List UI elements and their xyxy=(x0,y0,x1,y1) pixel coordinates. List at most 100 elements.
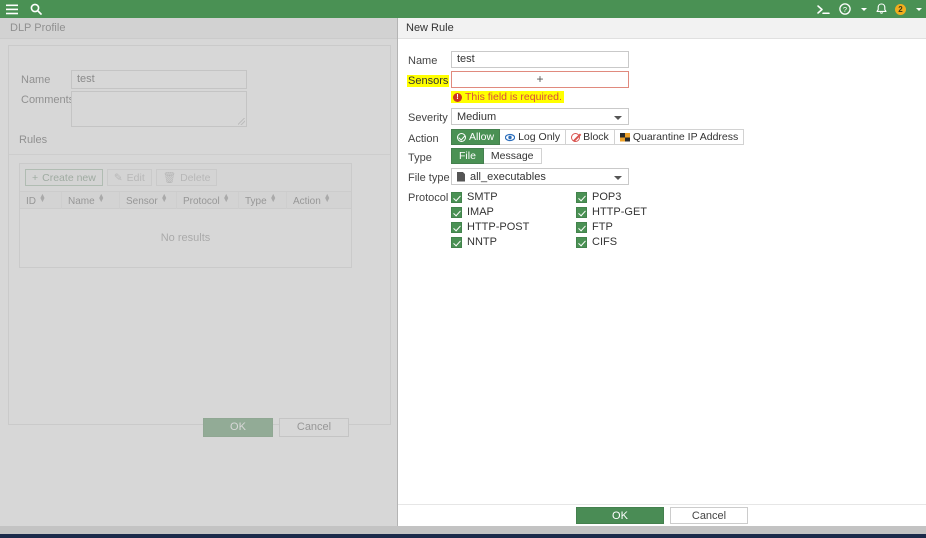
column-label: Type xyxy=(245,195,267,207)
severity-select[interactable]: Medium xyxy=(451,108,629,125)
checkbox-checked-icon[interactable] xyxy=(451,206,462,218)
svg-text:?: ? xyxy=(843,5,847,14)
column-header-action[interactable]: Action ▲ ▼ xyxy=(287,192,351,210)
column-header-protocol[interactable]: Protocol ▲ ▼ xyxy=(177,192,239,210)
bottom-accent-bar xyxy=(0,534,926,538)
plus-icon: + xyxy=(32,171,39,184)
trash-icon: 🗑 xyxy=(162,172,177,184)
sort-arrows-icon: ▲ ▼ xyxy=(160,193,168,204)
action-label: Action xyxy=(408,133,439,145)
notifications-chevron-down-icon[interactable] xyxy=(916,7,922,11)
protocol-checkbox-smtp[interactable]: SMTP xyxy=(451,191,498,203)
dialog-footer: OK Cancel xyxy=(398,504,926,526)
checkbox-checked-icon[interactable] xyxy=(451,191,462,203)
protocol-checkbox-nntp[interactable]: NNTP xyxy=(451,236,497,248)
protocol-label-smtp: SMTP xyxy=(467,191,498,203)
dialog-ok-button[interactable]: OK xyxy=(576,507,664,524)
profile-name-input[interactable]: test xyxy=(71,70,247,89)
type-button-group: File Message xyxy=(451,148,542,164)
top-navigation-bar: ? 2 xyxy=(0,0,926,18)
protocol-label-imap: IMAP xyxy=(467,206,494,218)
checkbox-checked-icon[interactable] xyxy=(576,206,587,218)
dialog-title: New Rule xyxy=(406,22,454,34)
sort-arrows-icon: ▲ ▼ xyxy=(269,193,277,204)
column-header-name[interactable]: Name ▲ ▼ xyxy=(62,192,120,210)
background-ok-button[interactable]: OK xyxy=(203,417,273,437)
protocol-checkbox-ftp[interactable]: FTP xyxy=(576,221,613,233)
protocol-checkbox-pop3[interactable]: POP3 xyxy=(576,191,621,203)
column-label: Action xyxy=(293,195,321,207)
pencil-icon: ✎ xyxy=(113,171,123,184)
action-quarantine-label: Quarantine IP Address xyxy=(632,131,739,143)
sort-arrows-icon: ▲ ▼ xyxy=(97,193,105,204)
dlp-profile-form-card: Name test Comments Rules + Create new ✎ … xyxy=(8,45,391,425)
rules-table-header: ID ▲▼ Name ▲▼ Sensor ▲▼ Protocol ▲▼ xyxy=(20,191,351,210)
help-chevron-down-icon[interactable] xyxy=(861,7,867,11)
create-new-button[interactable]: + Create new xyxy=(25,169,103,186)
ban-icon xyxy=(571,132,581,142)
severity-label: Severity xyxy=(408,112,448,124)
checkbox-checked-icon[interactable] xyxy=(576,236,587,248)
severity-value: Medium xyxy=(457,110,497,123)
checkbox-checked-icon[interactable] xyxy=(576,221,587,233)
column-header-id[interactable]: ID ▲ ▼ xyxy=(20,192,62,210)
delete-button[interactable]: 🗑 Delete xyxy=(155,169,218,186)
type-message-label: Message xyxy=(490,150,534,162)
action-block-button[interactable]: Block xyxy=(566,129,615,145)
file-type-select[interactable]: all_executables xyxy=(451,168,629,185)
protocol-checkbox-http-get[interactable]: HTTP-GET xyxy=(576,206,647,218)
dialog-header: New Rule xyxy=(398,18,926,39)
protocol-checkbox-http-post[interactable]: HTTP-POST xyxy=(451,221,529,233)
chevron-down-icon xyxy=(614,116,622,120)
sensors-error-message: ! This field is required. xyxy=(451,91,564,103)
protocol-checkbox-imap[interactable]: IMAP xyxy=(451,206,494,218)
dialog-cancel-button[interactable]: Cancel xyxy=(670,507,748,524)
edit-button[interactable]: ✎ Edit xyxy=(106,169,152,186)
hamburger-menu-icon[interactable] xyxy=(6,4,18,15)
action-log-only-label: Log Only xyxy=(518,131,561,143)
rule-name-input[interactable]: test xyxy=(451,51,629,68)
sensors-label: Sensors xyxy=(407,75,450,87)
notification-badge[interactable]: 2 xyxy=(895,3,906,15)
terminal-icon[interactable] xyxy=(817,4,830,15)
protocol-label-http-post: HTTP-POST xyxy=(467,221,530,233)
empty-state-message: No results xyxy=(160,232,211,244)
background-cancel-button[interactable]: Cancel xyxy=(279,417,349,437)
background-page-footer: OK Cancel xyxy=(0,412,391,442)
error-alert-icon: ! xyxy=(453,92,462,102)
protocol-label-http-get: HTTP-GET xyxy=(592,206,647,218)
edit-label: Edit xyxy=(126,171,145,184)
delete-label: Delete xyxy=(180,171,211,184)
type-message-button[interactable]: Message xyxy=(483,148,542,164)
rules-table-container: + Create new ✎ Edit 🗑 Delete ID ▲ ▼ Name… xyxy=(19,163,352,268)
profile-comments-textarea[interactable] xyxy=(71,91,247,127)
column-header-type[interactable]: Type ▲ ▼ xyxy=(239,192,287,210)
action-block-label: Block xyxy=(583,131,609,143)
action-allow-button[interactable]: Allow xyxy=(451,129,501,145)
sensors-input[interactable]: + xyxy=(451,71,629,88)
action-button-group: Allow Log Only Block Quarantine IP Addre… xyxy=(451,129,745,145)
new-rule-dialog: New Rule Name test Sensors + ! This fiel… xyxy=(397,18,926,526)
search-icon[interactable] xyxy=(30,3,42,15)
column-header-sensor[interactable]: Sensor ▲ ▼ xyxy=(120,192,177,210)
bell-icon[interactable] xyxy=(876,3,887,15)
section-divider xyxy=(9,154,390,155)
topbar-left-group xyxy=(0,3,42,15)
checkbox-checked-icon[interactable] xyxy=(576,191,587,203)
action-log-only-button[interactable]: Log Only xyxy=(500,129,567,145)
checkbox-checked-icon[interactable] xyxy=(451,236,462,248)
checkbox-checked-icon[interactable] xyxy=(451,221,462,233)
protocol-label-ftp: FTP xyxy=(592,221,613,233)
error-text: This field is required. xyxy=(465,91,562,103)
type-label: Type xyxy=(408,152,432,164)
protocol-label: Protocol xyxy=(408,192,449,204)
rules-section-label: Rules xyxy=(19,134,48,146)
file-icon xyxy=(457,171,465,182)
protocol-checkbox-cifs[interactable]: CIFS xyxy=(576,236,617,248)
type-file-button[interactable]: File xyxy=(451,148,484,164)
add-sensor-icon[interactable]: + xyxy=(452,72,628,87)
help-circle-icon[interactable]: ? xyxy=(839,3,851,15)
protocol-label-nntp: NNTP xyxy=(467,236,497,248)
check-circle-icon xyxy=(457,132,466,142)
action-quarantine-button[interactable]: Quarantine IP Address xyxy=(614,129,745,145)
